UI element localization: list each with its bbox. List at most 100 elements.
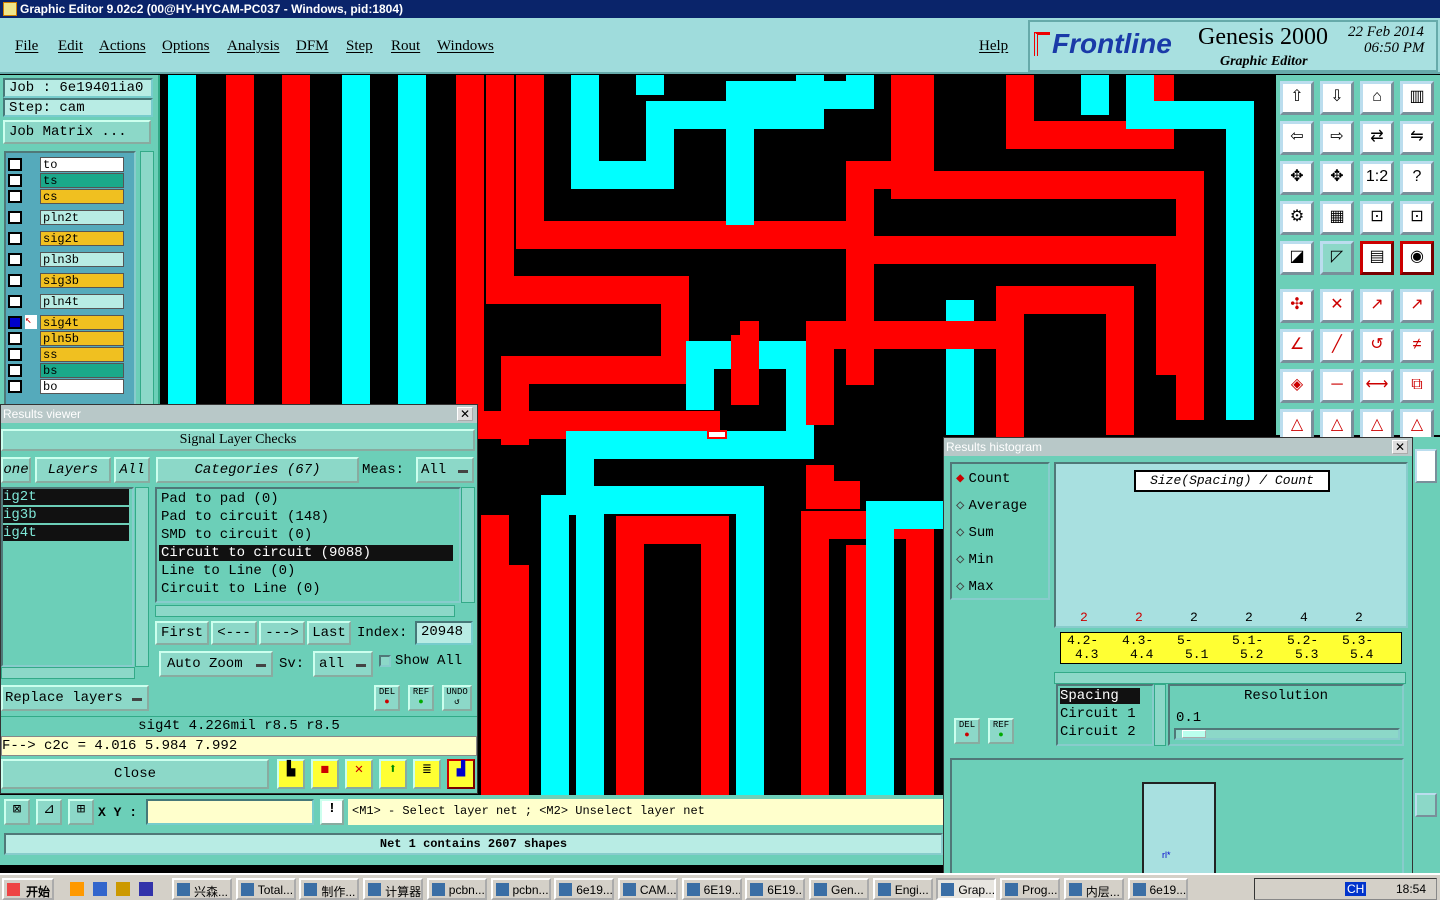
ruler-icon[interactable]: ▤ — [1360, 241, 1394, 275]
layer-checkbox[interactable] — [8, 364, 22, 377]
delete-marker-icon[interactable]: ✕ — [345, 759, 373, 789]
undo-button[interactable]: UNDO ↺ — [442, 685, 472, 711]
layer-row[interactable]: bs — [8, 363, 124, 378]
option-min[interactable]: ◇ Min — [956, 551, 994, 571]
layer-name[interactable]: pln4t — [40, 294, 124, 309]
job-matrix-button[interactable]: Job Matrix ... — [3, 120, 151, 144]
show-all-checkbox[interactable] — [379, 655, 391, 667]
layer-row[interactable]: to — [8, 157, 124, 172]
quick-launch-icon[interactable] — [139, 882, 153, 896]
category-scrollbar[interactable] — [461, 487, 475, 603]
layer-row[interactable]: cs — [8, 189, 124, 204]
target-icon[interactable]: ◉ — [1400, 241, 1434, 275]
histogram-bin[interactable]: 4.3- 4.4 — [1122, 634, 1174, 662]
move-right-icon[interactable]: ⇨ — [1320, 121, 1354, 155]
taskbar-item[interactable]: Prog... — [1000, 878, 1061, 900]
tab-all[interactable]: All — [114, 457, 150, 483]
pad-icon[interactable]: ◪ — [1280, 241, 1314, 275]
quick-launch-icon[interactable] — [116, 882, 130, 896]
net-select-icon[interactable]: ⊡ — [1400, 201, 1434, 235]
layer-name[interactable]: sig4t — [40, 315, 124, 330]
language-indicator[interactable]: CH — [1345, 882, 1367, 896]
taskbar-item[interactable]: Engi... — [872, 878, 933, 900]
zoom-icon[interactable]: ⊠ — [4, 799, 30, 825]
layer-name[interactable]: ss — [40, 347, 124, 362]
start-button[interactable]: 开始 — [2, 878, 54, 900]
prev-button[interactable]: <--- — [211, 621, 257, 645]
taskbar-item[interactable]: 内层... — [1063, 878, 1124, 900]
feature-icon[interactable]: ◈ — [1280, 369, 1314, 403]
list-item[interactable]: ig4t — [3, 525, 129, 541]
layer-name[interactable]: bs — [40, 363, 124, 378]
cross-icon[interactable]: ✕ — [1320, 289, 1354, 323]
layer-row[interactable]: sig4t ↖ — [8, 315, 124, 330]
ref-button[interactable]: REF ● — [988, 718, 1014, 744]
move-left-icon[interactable]: ⇦ — [1280, 121, 1314, 155]
move-down-icon[interactable]: ⇩ — [1320, 81, 1354, 115]
arrow-marker-icon[interactable]: ⬆ — [379, 759, 407, 789]
move-up-icon[interactable]: ⇧ — [1280, 81, 1314, 115]
histogram-bin[interactable]: 5.3- 5.4 — [1342, 634, 1394, 662]
close-icon[interactable]: ✕ — [1392, 440, 1408, 454]
layer-name[interactable]: pln2t — [40, 210, 124, 225]
layer-name[interactable]: pln5b — [40, 331, 124, 346]
taskbar-item[interactable]: 计算器 — [363, 878, 424, 900]
menu-analysis[interactable]: Analysis — [227, 38, 280, 55]
flip-icon[interactable]: ⇋ — [1400, 121, 1434, 155]
layer-checkbox[interactable] — [8, 174, 22, 187]
report-icon[interactable]: ≣ — [413, 759, 441, 789]
quick-launch-icon[interactable] — [70, 882, 84, 896]
next-button[interactable]: ---> — [259, 621, 305, 645]
swap-icon[interactable]: ⇄ — [1360, 121, 1394, 155]
first-button[interactable]: First — [155, 621, 209, 645]
taskbar-item[interactable]: pcbn... — [490, 878, 551, 900]
list-item[interactable]: ig2t — [3, 489, 129, 505]
index-input[interactable]: 20948 — [415, 621, 473, 645]
layer-checkbox[interactable] — [8, 158, 22, 171]
taskbar-item[interactable]: Grap... — [936, 878, 997, 900]
line-icon[interactable]: ╱ — [1320, 329, 1354, 363]
taskbar-item[interactable]: 6E19... — [681, 878, 742, 900]
category-item[interactable]: Circuit to circuit (9088) — [159, 545, 453, 561]
xy-input[interactable] — [146, 799, 314, 825]
layer-checkbox[interactable] — [8, 316, 22, 329]
tool-icon[interactable] — [1415, 793, 1437, 817]
sv-dropdown[interactable]: all — [313, 651, 373, 677]
tab-none[interactable]: one — [1, 457, 31, 483]
list-item[interactable]: Circuit 1 — [1060, 706, 1136, 722]
menu-edit[interactable]: Edit — [58, 38, 83, 55]
layer-checkbox[interactable] — [8, 211, 22, 224]
layer-row[interactable]: pln2t — [8, 210, 124, 225]
category-item[interactable]: Line to Line (0) — [159, 563, 453, 579]
close-icon[interactable]: ✕ — [457, 407, 473, 421]
node-icon[interactable]: ✣ — [1280, 289, 1314, 323]
angle-icon[interactable]: ∠ — [1280, 329, 1314, 363]
metric-list-scrollbar[interactable] — [1154, 684, 1166, 746]
arrow-blue-icon[interactable]: ↗ — [1400, 289, 1434, 323]
layer-row[interactable]: pln3b — [8, 252, 124, 267]
home-icon[interactable]: ⌂ — [1360, 81, 1394, 115]
net-icon[interactable]: ⊡ — [1360, 201, 1394, 235]
menu-step[interactable]: Step — [346, 38, 373, 55]
settings-icon[interactable]: ⚙ — [1280, 201, 1314, 235]
taskbar-item[interactable]: Gen... — [809, 878, 869, 900]
layer-row[interactable]: pln4t — [8, 294, 124, 309]
layer-row[interactable]: sig3b — [8, 273, 124, 288]
menu-file[interactable]: File — [15, 38, 38, 55]
layer-name[interactable]: pln3b — [40, 252, 124, 267]
layer-checkbox[interactable] — [8, 295, 22, 308]
layer-row[interactable]: sig2t — [8, 231, 124, 246]
histogram-hscroll[interactable] — [1054, 672, 1406, 684]
layer-name[interactable]: to — [40, 157, 124, 172]
scale-icon[interactable]: 1:2 — [1360, 161, 1394, 195]
layer-name[interactable]: cs — [40, 189, 124, 204]
taskbar-item[interactable]: pcbn... — [426, 878, 487, 900]
rotate-icon[interactable]: ↺ — [1360, 329, 1394, 363]
list-item[interactable]: Spacing — [1060, 688, 1140, 704]
option-max[interactable]: ◇ Max — [956, 578, 994, 598]
layer-list-scrollbar[interactable] — [135, 487, 149, 667]
del-button[interactable]: DEL ● — [954, 718, 980, 744]
menu-dfm[interactable]: DFM — [296, 38, 329, 55]
option-average[interactable]: ◇ Average — [956, 497, 1027, 517]
layer-name[interactable]: ts — [40, 173, 124, 188]
